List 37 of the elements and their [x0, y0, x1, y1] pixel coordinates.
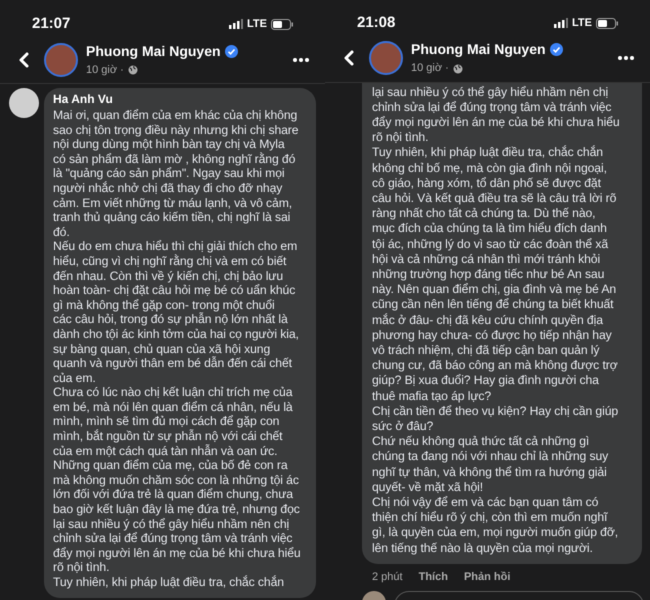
profile-avatar[interactable] [369, 41, 403, 75]
comment-text: Tuy nhiên, khi pháp luật điều tra, chắc chắn [53, 575, 285, 590]
comment-text: Tuy nhiên, khi pháp luật điều tra, chắc chắn không chỉ bố mẹ, mà còn gia đình nội ngoại, cô giáo, hàng xóm, tổ dân phố sẽ được đặt câu hỏi. Và kết quả điều tra sẽ là câu trả lời rõ ràng nhất cho tất cả chúng ta. Dù thế nào, mục đích của chúng ta là tìm hiểu đích danh tội ác, những lý do vì sao từ các đoàn thể xã hội và cả những cá nhân thì mới tránh khỏi những trường hợp đáng tiếc như bé An sau này. Nên quan điểm chị, gia đình và mẹ bé An cũng cần nên lên tiếng để chúng ta biết khuất mắc ở đâu- chị đã kêu cứu chính quyền địa phương hay chưa- có được họ tiếp nhận hay vô trách nhiệm, chị đã tiếp cận ban quản lý chung cư, đã báo công an mà không được trợ giúp? Bị xua đuổi? Hay gia đình người cha thuê mafia tạo áp lực? [372, 145, 619, 404]
post-time: 10 giờ · [411, 61, 449, 76]
profile-name[interactable]: Phuong Mai Nguyen [86, 40, 221, 62]
profile-name[interactable]: Phuong Mai Nguyen [411, 39, 546, 60]
comment-text: Chưa có lúc nào chị kết luận chỉ trích mẹ của em bé, mà nói lên quan điểm cá nhân, nếu là mình, mình sẽ tìm đủ mọi cách để gặp con mình, bắt nguồn từ sự phẫn nộ với cái chết của em một cách quá tàn nhẫn và oan ức. [53, 385, 294, 458]
comment-text: Chứ nếu không quả thức tất cả những gì chúng ta đang nói với nhau chỉ là những suy nghĩ tự thân, và không thể tìm ra hướng giải quyết- về mặt xã hội! [372, 434, 610, 495]
comment-time: 2 phút [372, 570, 403, 585]
globe-icon [128, 65, 138, 75]
comment-text: Chị cần tiền để theo vụ kiện? Hay chị cần giúp sức ở đâu? [372, 404, 620, 434]
network-label: LTE [247, 16, 267, 32]
comment-text: Chị nói vậy để em và các bạn quan tâm có thiện chí hiểu rõ ý chị, còn thì em muốn nghĩ gì, là quyền của em, mọi người muốn giúp đỡ, lên tiếng thế nào là quyền của mọi người. [372, 494, 620, 556]
status-time: 21:07 [32, 14, 70, 34]
more-button[interactable] [618, 56, 634, 60]
more-icon [293, 58, 309, 62]
commenter-avatar[interactable] [9, 88, 39, 118]
battery-icon [596, 18, 618, 29]
more-button[interactable] [293, 58, 309, 62]
comment-author[interactable]: Ha Anh Vu [53, 92, 308, 107]
comment-action[interactable]: Thích [418, 568, 448, 586]
more-icon [618, 56, 634, 60]
comment-text: lại sau nhiều ý có thể gây hiểu nhầm nên chị chỉnh sửa lại để đúng trọng tâm và tránh việc đẩy mọi người lên án mẹ của bé khi chưa hiểu rõ nội tình. [372, 84, 621, 145]
battery-icon [271, 18, 293, 30]
comment-text: Mai ơi, quan điểm của em khác của chị không sao chị tôn trọng điều này nhưng khi chị share nội dung dùng một hình bàn tay chị và Myla có sản phẩm đã làm mờ , không nghĩ rằng đó là "quảng cáo sản phẩm". Ngay sau khi mọi người nhắc nhở chị đã thay đi cho đỡ nhạy cảm. Em viết những từ máu lạnh, và vô cảm, tranh thủ quảng cáo kiếm tiền, chị nghĩ là sai đó. [53, 108, 300, 240]
post-time: 10 giờ · [86, 62, 124, 78]
comment-text: Những quan điểm của mẹ, của bố đẻ con ra mà không muốn chăm sóc con là những tội ác lớn đối với đứa trẻ là quan điểm chung, chưa bao giờ kết luận đây là mẹ đứa trẻ, nhưng đọc lại sau nhiều ý có thể gây hiểu nhầm nên chị chỉnh sửa lại để đúng trọng tâm và tránh việc đẩy mọi người lên án mẹ của bé khi chưa hiểu rõ nội tình. [53, 458, 302, 575]
network-label: LTE [572, 16, 592, 31]
profile-avatar[interactable] [44, 42, 78, 76]
comment-action[interactable]: Phản hồi [464, 568, 510, 586]
signal-icon [229, 19, 244, 29]
status-time: 21:08 [357, 13, 396, 33]
globe-icon [452, 64, 463, 74]
verified-badge-icon [224, 44, 238, 58]
verified-badge-icon [550, 43, 563, 56]
signal-icon [554, 18, 568, 28]
comment-text: Nếu do em chưa hiểu thì chị giải thích cho em hiểu, cũng vì chị nghĩ rằng chị và em có biết đến nhau. Còn thì về ý kiến chị, chị bảo lưu hoàn toàn- chị đặt câu hỏi mẹ bé có uẩn khúc gì mà không thể gặp con- trong một chuổi các câu hỏi, trong đó sự phẫn nộ lớn nhất là dành cho tội ác kinh tởm của hai cọ người kia, sự bàng quan, chủ quan của xã hội xung quanh và người thân em bé dẫn đến cái chết của em. [53, 239, 300, 386]
